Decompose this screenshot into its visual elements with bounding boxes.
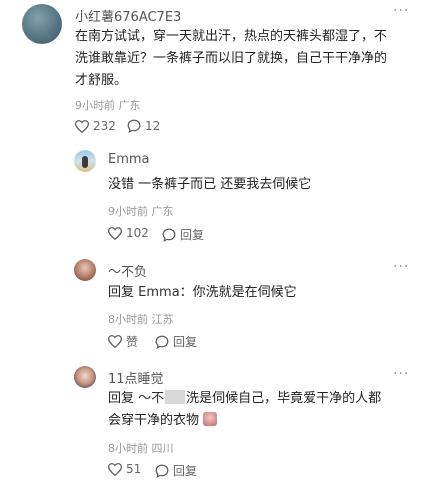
comment-icon (155, 335, 169, 349)
more-icon[interactable]: ··· (393, 259, 409, 275)
censored-block (165, 390, 186, 404)
reply-meta: 8小时前 江苏 (108, 311, 174, 327)
reply-text: 没错 一条裤子而已 还要我去伺候它 (108, 177, 312, 192)
comment-location: 广东 (118, 99, 141, 112)
reply-meta: 9小时前 广东 (108, 203, 174, 219)
like-button[interactable]: 51 (108, 462, 141, 476)
reply-username[interactable]: Emma (108, 152, 150, 167)
like-count: 232 (93, 119, 116, 133)
reply-location: 江苏 (151, 313, 174, 326)
like-label: 赞 (126, 335, 139, 349)
like-count: 51 (126, 462, 142, 476)
reply-button[interactable]: 回复 (162, 226, 204, 243)
comment-text-line: 才舒服。 (75, 73, 128, 88)
reply-username[interactable]: 11点睡觉 (108, 368, 164, 387)
reply-time: 8小时前 (108, 442, 148, 455)
reply-body: 洗是伺候自己，毕竟爱干净的人都 (186, 391, 382, 406)
reply-body: ：你洗就是在伺候它 (179, 285, 297, 300)
comment-icon (155, 464, 169, 478)
comment-text-line: 洗谁敢靠近？一条裤子而以旧了就换，自己干干净净的 (75, 51, 388, 66)
like-button[interactable]: 赞 (108, 333, 138, 350)
comment-text: 在南方试试，穿一天就出汗，热点的天裤头都湿了，不 洗谁敢靠近？一条裤子而以旧了就… (75, 26, 420, 92)
comment-text-line: 在南方试试，穿一天就出汗，热点的天裤头都湿了，不 (75, 29, 388, 44)
avatar[interactable] (74, 259, 96, 281)
comment-time: 9小时前 (75, 99, 115, 112)
reply-time: 9小时前 (108, 205, 148, 218)
more-icon[interactable]: ··· (393, 3, 409, 19)
reply-label: 回复 (173, 464, 198, 478)
comment-icon (162, 228, 176, 242)
mention-link[interactable]: ～不 (138, 391, 164, 406)
heart-icon (75, 119, 89, 133)
reply-meta: 8小时前 四川 (108, 440, 174, 456)
heart-icon (108, 226, 122, 240)
reply-label: 回复 (180, 228, 205, 242)
reply-label: 回复 (173, 335, 198, 349)
like-button[interactable]: 232 (75, 119, 116, 133)
reply-prefix: 回复 (108, 285, 135, 300)
reply-prefix: 回复 (108, 391, 135, 406)
sticker-emoji-icon (203, 412, 218, 426)
mention-link[interactable]: Emma (138, 285, 180, 300)
comment-username[interactable]: 小红薯676AC7E3 (75, 6, 181, 25)
comment-meta: 9小时前 广东 (75, 97, 141, 113)
avatar-figure (82, 156, 88, 168)
reply-text: 回复 ～不 洗是伺候自己，毕竟爱干净的人都 会穿干净的衣物 (108, 388, 418, 432)
reply-time: 8小时前 (108, 313, 148, 326)
reply-location: 广东 (151, 205, 174, 218)
avatar[interactable] (74, 150, 96, 172)
reply-count-button[interactable]: 12 (127, 119, 160, 133)
heart-icon (108, 462, 122, 476)
reply-text: 回复 Emma：你洗就是在伺候它 (108, 282, 297, 304)
reply-count: 12 (145, 119, 161, 133)
reply-location: 四川 (151, 442, 174, 455)
avatar[interactable] (22, 4, 62, 44)
more-icon[interactable]: ··· (393, 366, 409, 382)
reply-body: 会穿干净的衣物 (108, 413, 200, 428)
heart-icon (108, 335, 122, 348)
reply-button[interactable]: 回复 (155, 333, 197, 350)
reply-username[interactable]: ～不负 (108, 261, 147, 280)
like-count: 102 (126, 226, 149, 240)
comment-icon (127, 119, 141, 133)
reply-text-line: 会穿干净的衣物 (108, 410, 418, 432)
reply-button[interactable]: 回复 (155, 462, 197, 479)
reply-text-line: 回复 ～不 洗是伺候自己，毕竟爱干净的人都 (108, 388, 418, 410)
avatar[interactable] (74, 366, 96, 388)
like-button[interactable]: 102 (108, 226, 149, 240)
